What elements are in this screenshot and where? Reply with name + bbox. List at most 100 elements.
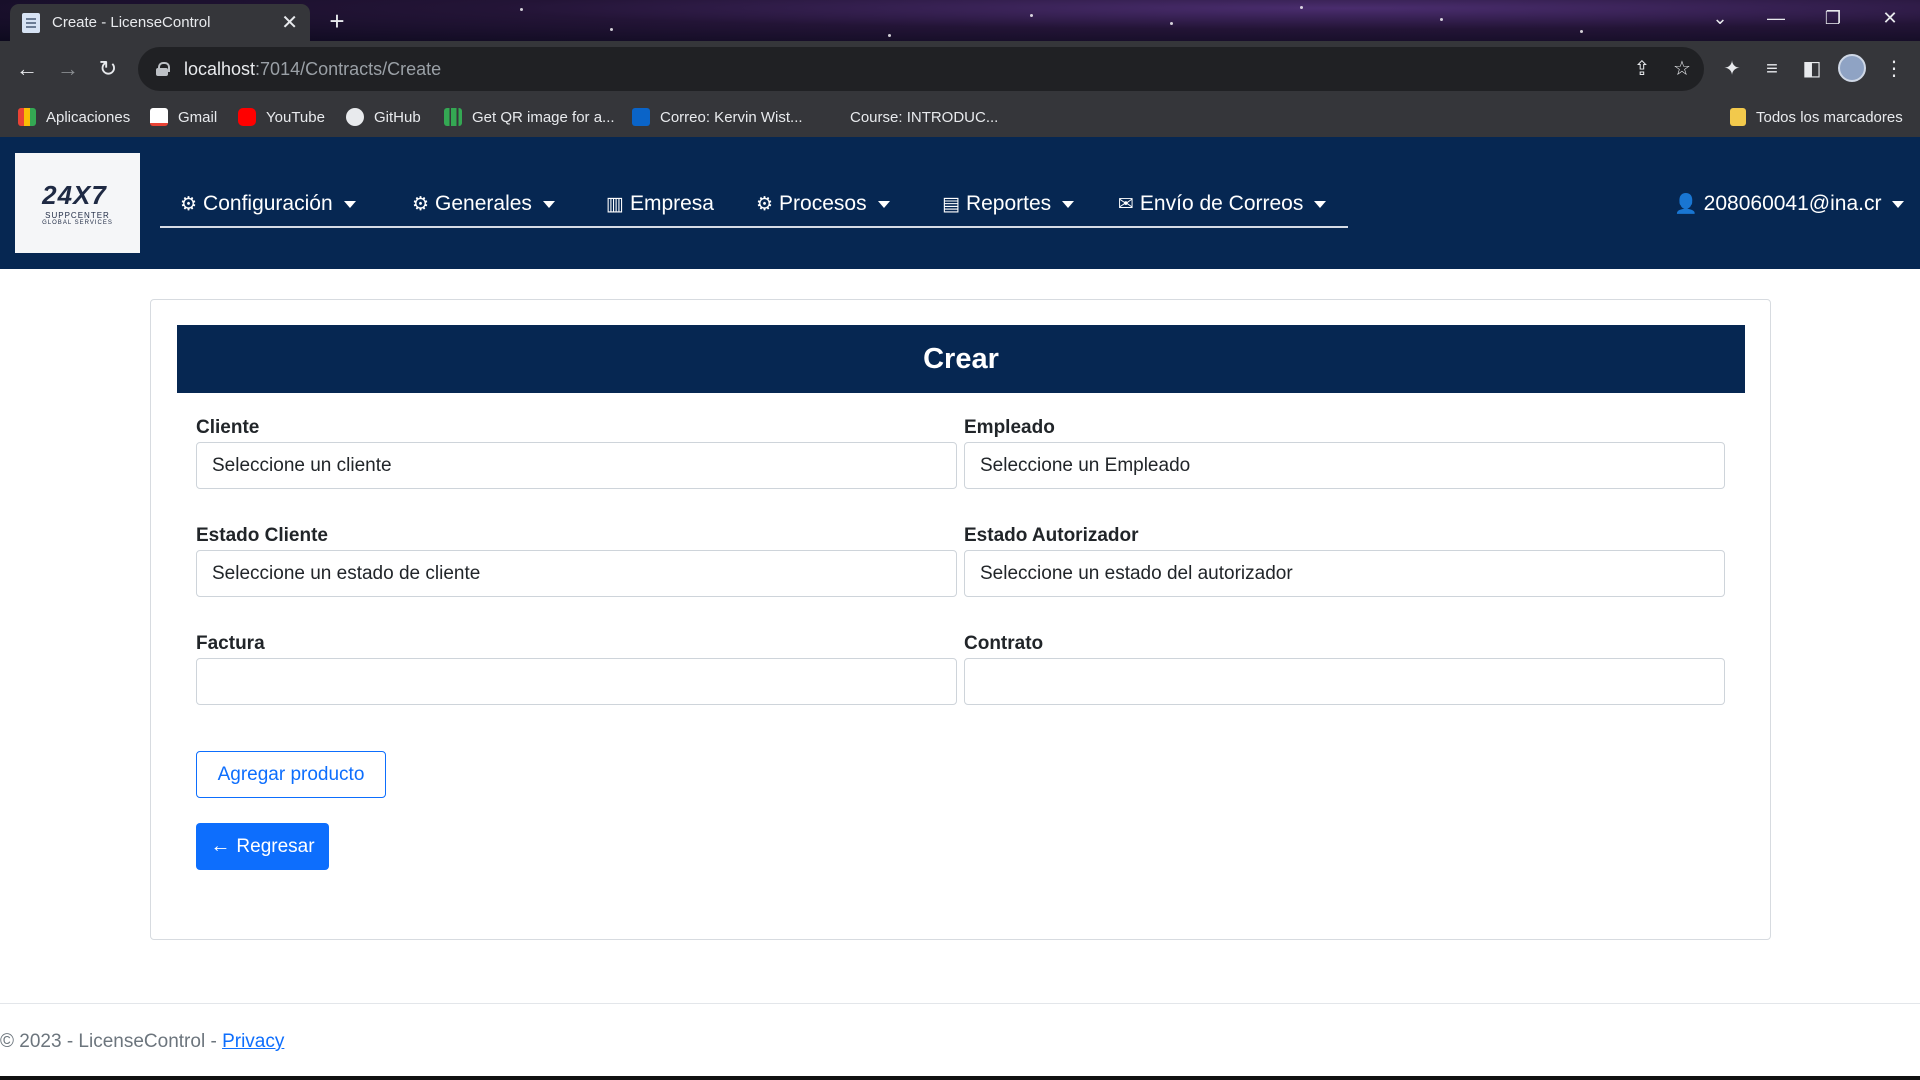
gears-icon: ⚙ — [756, 193, 774, 215]
menu-empresa[interactable]: ▥ Empresa — [606, 189, 714, 219]
bookmark-course[interactable]: Course: INTRODUC... — [822, 97, 998, 137]
bookmark-label: YouTube — [266, 108, 325, 126]
share-icon[interactable]: ⇪ — [1630, 57, 1654, 81]
apps-grid-icon — [18, 108, 36, 126]
caret-down-icon — [542, 200, 555, 208]
create-contract-card: Crear Cliente Seleccione un cliente Empl… — [150, 299, 1771, 940]
card-title: Crear — [177, 325, 1745, 393]
menu-reportes[interactable]: ▤ Reportes — [942, 189, 1075, 219]
restore-button[interactable]: ❐ — [1805, 0, 1861, 36]
extensions-icon[interactable]: ✦ — [1714, 51, 1750, 87]
reload-icon[interactable]: ↻ — [90, 51, 126, 87]
menu-label: Procesos — [779, 192, 867, 215]
factura-input[interactable] — [196, 658, 957, 705]
contrato-input[interactable] — [964, 658, 1725, 705]
footer-copyright: © 2023 - LicenseControl - — [0, 1031, 223, 1052]
gears-icon: ⚙ — [180, 193, 198, 215]
cliente-select[interactable]: Seleccione un cliente — [196, 442, 957, 489]
bookmark-qr[interactable]: Get QR image for a... — [444, 97, 615, 137]
menu-label: Reportes — [965, 192, 1052, 215]
cliente-label: Cliente — [196, 417, 260, 438]
minimize-button[interactable]: — — [1748, 0, 1804, 36]
footer: © 2023 - LicenseControl - Privacy — [0, 1031, 284, 1053]
menu-configuracion[interactable]: ⚙ Configuración — [180, 189, 356, 219]
lock-icon — [156, 62, 170, 76]
estado-cliente-select[interactable]: Seleccione un estado de cliente — [196, 550, 957, 597]
url-host: localhost — [184, 58, 256, 79]
empleado-select-value: Seleccione un Empleado — [980, 454, 1191, 476]
profile-avatar[interactable] — [1838, 54, 1866, 82]
folder-icon — [1730, 108, 1746, 126]
more-menu-icon[interactable]: ⋮ — [1876, 51, 1912, 87]
estado-autorizador-select[interactable]: Seleccione un estado del autorizador — [964, 550, 1725, 597]
media-queue-icon[interactable]: ≡ — [1754, 51, 1790, 87]
add-product-button[interactable]: Agregar producto — [196, 751, 386, 798]
menu-procesos[interactable]: ⚙ Procesos — [756, 189, 890, 219]
url-path: :7014/Contracts/Create — [255, 58, 442, 79]
bookmark-label: Aplicaciones — [46, 108, 131, 126]
browser-toolbar: ← → ↻ localhost :7014/Contracts/Create ⇪… — [0, 41, 1920, 97]
back-button-label: Regresar — [236, 835, 315, 857]
envelope-icon: ✉ — [1118, 193, 1134, 215]
gmail-icon — [150, 108, 168, 126]
building-icon: ▥ — [606, 193, 624, 215]
empleado-select[interactable]: Seleccione un Empleado — [964, 442, 1725, 489]
caret-down-icon — [1314, 200, 1327, 208]
footer-divider — [0, 1003, 1920, 1004]
bottom-edge — [0, 1076, 1920, 1080]
app-navbar: 24X7 SUPPCENTER GLOBAL SERVICES ⚙ Config… — [0, 137, 1920, 269]
forward-icon[interactable]: → — [50, 51, 86, 87]
empleado-label: Empleado — [964, 417, 1055, 438]
side-panel-icon[interactable]: ◧ — [1794, 51, 1830, 87]
menu-label: Configuración — [203, 192, 333, 215]
course-icon — [822, 108, 840, 126]
estado-autorizador-label: Estado Autorizador — [964, 525, 1139, 546]
back-button[interactable]: ← Regresar — [196, 823, 329, 870]
bookmarks-bar: Aplicaciones Gmail YouTube GitHub Get QR… — [0, 97, 1920, 137]
logo-text: 24X7 — [42, 180, 107, 210]
menu-label: Empresa — [629, 192, 714, 215]
contrato-label: Contrato — [964, 633, 1044, 654]
logo[interactable]: 24X7 SUPPCENTER GLOBAL SERVICES — [15, 153, 140, 253]
cliente-select-value: Seleccione un cliente — [212, 454, 392, 476]
menu-generales[interactable]: ⚙ Generales — [412, 189, 555, 219]
arrow-left-icon: ← — [210, 835, 231, 857]
user-email: 208060041@ina.cr — [1703, 192, 1882, 215]
tab-title: Create - LicenseControl — [52, 14, 211, 31]
youtube-icon — [238, 108, 256, 126]
close-window-button[interactable]: ✕ — [1862, 0, 1918, 36]
all-bookmarks[interactable]: Todos los marcadores — [1730, 97, 1903, 137]
menu-envio-correos[interactable]: ✉ Envío de Correos — [1118, 189, 1327, 219]
bookmark-youtube[interactable]: YouTube — [238, 97, 325, 137]
browser-tab[interactable]: Create - LicenseControl ✕ — [10, 4, 310, 41]
github-icon — [346, 108, 364, 126]
menu-label: Envío de Correos — [1139, 192, 1304, 215]
user-menu[interactable]: 👤 208060041@ina.cr — [1674, 189, 1905, 219]
outlook-icon — [632, 108, 650, 126]
caret-down-icon — [1062, 200, 1075, 208]
bookmark-gmail[interactable]: Gmail — [150, 97, 217, 137]
tab-search-icon[interactable]: ⌄ — [1692, 0, 1748, 36]
page-icon — [22, 12, 40, 33]
bookmark-label: Gmail — [178, 108, 218, 126]
address-bar[interactable]: localhost :7014/Contracts/Create ⇪ ☆ — [138, 47, 1704, 91]
bookmark-star-icon[interactable]: ☆ — [1670, 57, 1694, 81]
factura-label: Factura — [196, 633, 265, 654]
bookmark-apps[interactable]: Aplicaciones — [18, 97, 130, 137]
bookmark-label: Course: INTRODUC... — [850, 108, 999, 126]
estado-cliente-label: Estado Cliente — [196, 525, 328, 546]
estado-cliente-select-value: Seleccione un estado de cliente — [212, 562, 481, 584]
gears-icon: ⚙ — [412, 193, 430, 215]
bookmark-label: Get QR image for a... — [472, 108, 615, 126]
all-bookmarks-label: Todos los marcadores — [1756, 108, 1903, 126]
bookmark-outlook[interactable]: Correo: Kervin Wist... — [632, 97, 803, 137]
privacy-link[interactable]: Privacy — [222, 1031, 284, 1052]
menu-underline — [160, 226, 1348, 228]
bookmark-github[interactable]: GitHub — [346, 97, 421, 137]
new-tab-button[interactable]: + — [322, 6, 352, 36]
back-icon[interactable]: ← — [9, 51, 45, 87]
chart-icon — [444, 108, 462, 126]
caret-down-icon — [1892, 200, 1905, 208]
close-tab-icon[interactable]: ✕ — [281, 13, 298, 33]
user-icon: 👤 — [1674, 194, 1698, 215]
